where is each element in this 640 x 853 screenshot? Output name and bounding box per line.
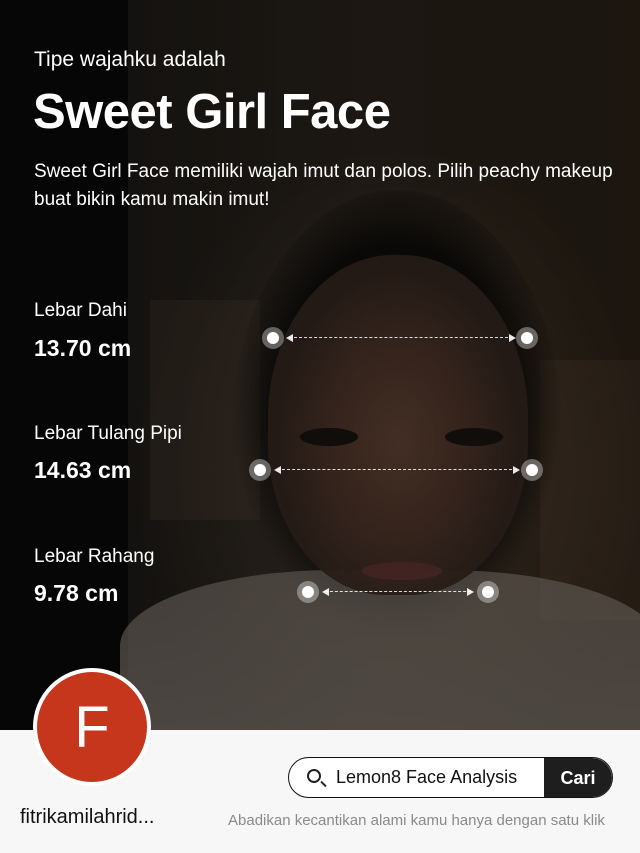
forehead-right-point [516,327,538,349]
search-button[interactable]: Cari [544,758,612,797]
cheekbone-width-label: Lebar Tulang Pipi [34,423,182,444]
face-type-title: Sweet Girl Face [33,85,391,139]
jaw-width-label: Lebar Rahang [34,546,155,567]
jaw-left-point [297,581,319,603]
username[interactable]: fitrikamilahrid... [20,806,154,829]
jaw-right-point [477,581,499,603]
face-analysis-card: Tipe wajahku adalah Sweet Girl Face Swee… [0,0,640,853]
forehead-left-point [262,327,284,349]
jaw-width-value: 9.78 cm [34,580,119,606]
cheekbone-width-value: 14.63 cm [34,457,132,483]
tagline: Abadikan kecantikan alami kamu hanya den… [228,812,605,829]
search-bar[interactable]: Lemon8 Face Analysis Cari [288,757,613,798]
search-icon [307,769,321,783]
cheekbone-left-point [249,459,271,481]
avatar[interactable]: F [33,668,151,786]
face-type-description: Sweet Girl Face memiliki wajah imut dan … [34,161,613,210]
forehead-width-value: 13.70 cm [34,335,132,361]
cheekbone-right-point [521,459,543,481]
search-query[interactable]: Lemon8 Face Analysis [336,767,517,788]
forehead-width-label: Lebar Dahi [34,300,127,321]
result-subtitle: Tipe wajahku adalah [34,48,226,71]
